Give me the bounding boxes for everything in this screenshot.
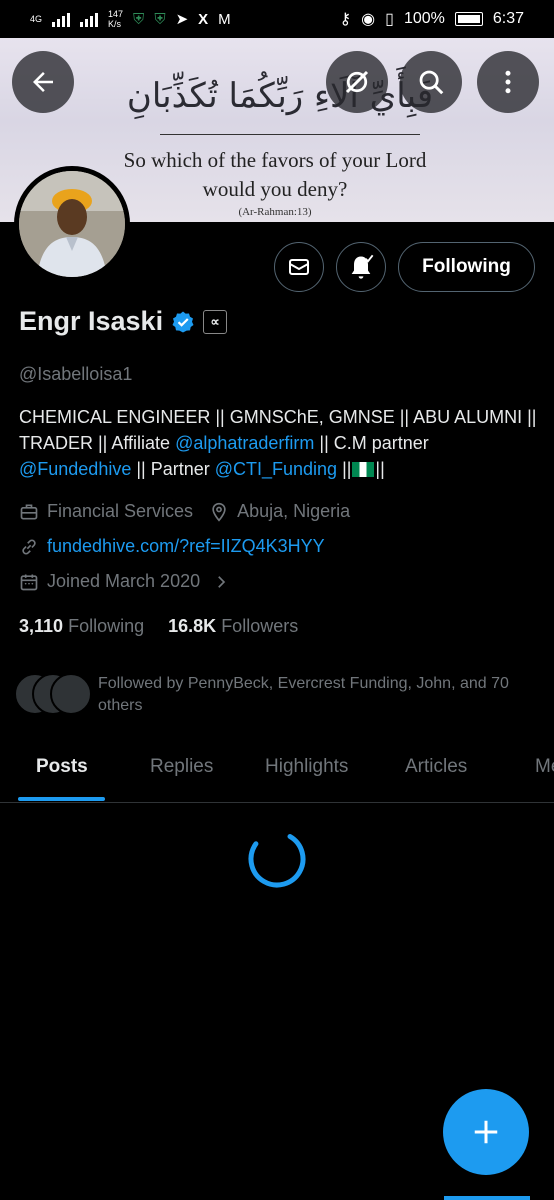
- avatar-image: [19, 171, 125, 277]
- clock: 6:37: [492, 10, 524, 27]
- profile-name-row: Engr Isaski ∝: [19, 306, 228, 337]
- verified-badge-icon[interactable]: [171, 310, 195, 334]
- profile-name: Engr Isaski: [19, 306, 164, 336]
- grok-icon: [345, 70, 369, 94]
- profile-category: Financial Services: [47, 501, 194, 521]
- banner-line-1: So which of the favors of your Lord: [123, 148, 427, 172]
- profile-joined-row[interactable]: Joined March 2020: [19, 571, 230, 592]
- app-shield-icon: ⛨: [133, 10, 145, 28]
- notifications-button[interactable]: [336, 242, 386, 292]
- profile-bio: CHEMICAL ENGINEER || GMNSChE, GMNSE || A…: [19, 404, 539, 482]
- nigeria-flag-icon: [352, 462, 375, 477]
- tab-media[interactable]: Me: [535, 756, 554, 778]
- app-shield-icon-2: ⛨: [154, 10, 166, 28]
- network-speed: 147 K/s: [108, 9, 124, 29]
- more-vertical-icon: [505, 70, 511, 94]
- key-icon: ⚷: [339, 11, 352, 28]
- message-button[interactable]: [274, 242, 324, 292]
- bell-check-icon: [351, 254, 374, 279]
- location-pin-icon: [212, 502, 226, 522]
- more-options-button[interactable]: [477, 51, 539, 113]
- profile-website-link[interactable]: fundedhive.com/?ref=IIZQ4K3HYY: [47, 536, 325, 557]
- signal-icon: [52, 11, 71, 27]
- back-button[interactable]: [12, 51, 74, 113]
- calendar-icon: [20, 574, 38, 590]
- profile-meta-row: Financial Services Abuja, Nigeria: [19, 501, 350, 522]
- battery-percent: 100%: [403, 10, 445, 27]
- affiliate-badge-icon[interactable]: ∝: [203, 309, 228, 334]
- link-icon: [22, 538, 36, 555]
- arrow-left-icon: [33, 72, 53, 92]
- active-tab-indicator: [18, 797, 105, 801]
- profile-handle: @Isabelloisa1: [19, 364, 133, 384]
- telegram-icon: ➤: [175, 11, 189, 28]
- briefcase-icon: [20, 504, 38, 519]
- tab-articles[interactable]: Articles: [405, 756, 467, 778]
- mention-link-cti-funding[interactable]: @CTI_Funding: [215, 459, 337, 479]
- signal-icon-2: [80, 11, 99, 27]
- profile-location: Abuja, Nigeria: [237, 501, 351, 521]
- search-icon: [419, 70, 444, 95]
- x-logo-icon: X: [198, 10, 209, 28]
- banner-reference: (Ar-Rahman:13): [238, 206, 312, 218]
- loading-spinner-icon: [248, 830, 306, 888]
- plus-icon: [474, 1120, 498, 1144]
- followed-by-text: Followed by PennyBeck, Evercrest Funding…: [98, 675, 509, 714]
- tab-highlights[interactable]: Highlights: [265, 756, 348, 778]
- vibrate-icon: ▯: [385, 11, 394, 28]
- mention-link-fundedhive[interactable]: @Fundedhive: [19, 459, 131, 479]
- bio-text: || Partner: [131, 459, 215, 479]
- follower-avatar: [50, 673, 92, 715]
- mention-link-alphatraderfirm[interactable]: @alphatraderfirm: [175, 433, 314, 453]
- banner-line-2: would you deny?: [202, 177, 348, 201]
- eye-icon: ◉: [361, 11, 376, 28]
- profile-website-row: fundedhive.com/?ref=IIZQ4K3HYY: [19, 536, 325, 557]
- profile-avatar[interactable]: [14, 166, 130, 282]
- tab-replies[interactable]: Replies: [150, 756, 213, 778]
- banner-english-text: So which of the favors of your Lord woul…: [100, 146, 450, 204]
- gmail-icon: M: [218, 10, 231, 28]
- envelope-icon: [289, 259, 309, 275]
- following-stat[interactable]: 3,110 Following: [19, 616, 144, 637]
- compose-post-button[interactable]: [443, 1089, 529, 1175]
- home-indicator: [444, 1196, 530, 1200]
- follow-stats: 3,110 Following 16.8K Followers: [19, 616, 298, 637]
- bio-text: || C.M partner: [314, 433, 429, 453]
- followed-by-row[interactable]: Followed by PennyBeck, Evercrest Funding…: [14, 673, 539, 717]
- bio-text: ||: [375, 459, 385, 479]
- follower-avatars: [14, 673, 92, 715]
- grok-button[interactable]: [326, 51, 388, 113]
- profile-joined-date: Joined March 2020: [47, 571, 201, 591]
- network-type: 4G: [30, 14, 43, 24]
- chevron-right-icon: [218, 575, 226, 588]
- following-button[interactable]: Following: [398, 242, 535, 292]
- banner-divider: [160, 134, 420, 135]
- status-bar: 4G 147 K/s ⛨ ⛨ ➤ X M ⚷ ◉ ▯ 100% 6:37: [0, 0, 554, 38]
- search-button[interactable]: [400, 51, 462, 113]
- battery-icon: [454, 12, 483, 26]
- bio-text: ||: [337, 459, 352, 479]
- tab-posts[interactable]: Posts: [36, 756, 88, 778]
- profile-tabs: Posts Replies Highlights Articles Me: [0, 752, 554, 803]
- followers-stat[interactable]: 16.8K Followers: [168, 616, 298, 637]
